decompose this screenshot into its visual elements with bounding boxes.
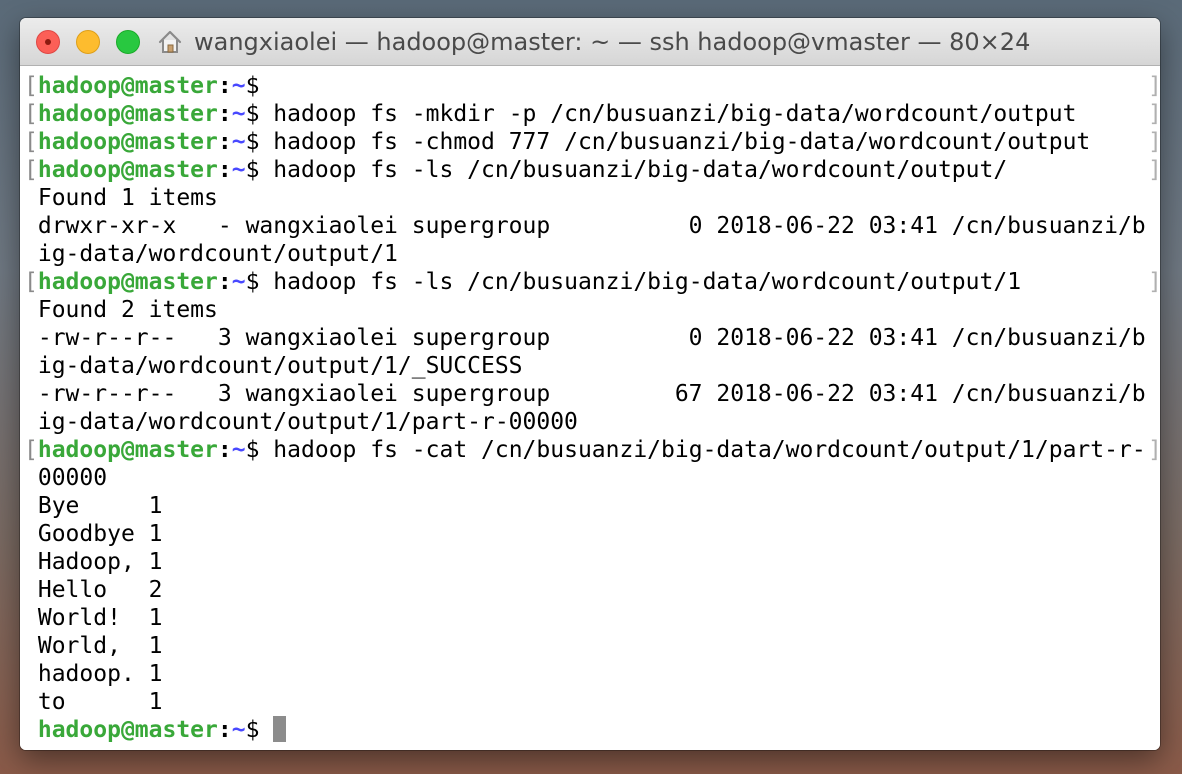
command-text: hadoop fs -cat /cn/busuanzi/big-data/wor… [259, 437, 1146, 463]
output-line: ig-data/wordcount/output/1 [24, 240, 398, 268]
command-text: hadoop fs -ls /cn/busuanzi/big-data/word… [259, 157, 1008, 183]
prompt-user-host: hadoop@master [37, 157, 218, 183]
line-mark-open: [ [24, 157, 38, 183]
prompt-line: hadoop@master:~$ [24, 715, 287, 744]
prompt-colon: : [217, 157, 232, 183]
output-text: -rw-r--r-- 3 wangxiaolei supergroup 0 20… [37, 325, 1146, 351]
line-mark-close: ] [1148, 72, 1160, 100]
prompt-line: [hadoop@master:~$ [24, 72, 259, 100]
output-line: drwxr-xr-x - wangxiaolei supergroup 0 20… [24, 212, 1146, 240]
output-line: hadoop. 1 [24, 660, 163, 688]
close-button[interactable] [36, 30, 60, 54]
prompt-colon: : [217, 437, 232, 463]
prompt-user-host: hadoop@master [37, 129, 218, 155]
title-bar[interactable]: wangxiaolei — hadoop@master: ~ — ssh had… [20, 18, 1160, 66]
output-text: ig-data/wordcount/output/1/part-r-00000 [37, 409, 578, 435]
prompt-line: [hadoop@master:~$ hadoop fs -cat /cn/bus… [24, 436, 1146, 464]
prompt-user-host: hadoop@master [37, 101, 218, 127]
prompt-colon: : [217, 129, 232, 155]
line-mark-close: ] [1148, 100, 1160, 128]
output-text: Found 1 items [37, 185, 218, 211]
line-mark-open: [ [24, 73, 38, 99]
output-line: -rw-r--r-- 3 wangxiaolei supergroup 67 2… [24, 380, 1146, 408]
minimize-button[interactable] [76, 30, 100, 54]
output-text: ig-data/wordcount/output/1/_SUCCESS [37, 353, 523, 379]
output-text: World, 1 [37, 633, 163, 659]
prompt-colon: : [217, 73, 232, 99]
prompt-symbol: $ [245, 129, 260, 155]
prompt-user-host: hadoop@master [37, 437, 218, 463]
prompt-line: [hadoop@master:~$ hadoop fs -ls /cn/busu… [24, 268, 1021, 296]
window-title-group: wangxiaolei — hadoop@master: ~ — ssh had… [156, 18, 1030, 66]
output-text: drwxr-xr-x - wangxiaolei supergroup 0 20… [37, 213, 1146, 239]
line-mark-open: [ [24, 101, 38, 127]
window-title: wangxiaolei — hadoop@master: ~ — ssh had… [194, 28, 1031, 56]
home-icon [158, 30, 182, 53]
line-mark-close: ] [1148, 156, 1160, 184]
prompt-symbol: $ [245, 269, 260, 295]
prompt-colon: : [217, 717, 232, 743]
output-line: Hadoop, 1 [24, 548, 163, 576]
output-line: to 1 [24, 688, 163, 716]
output-line: Found 2 items [24, 296, 218, 324]
terminal-content[interactable]: ][hadoop@master:~$][hadoop@master:~$ had… [20, 66, 1160, 750]
output-text: Goodbye 1 [37, 521, 163, 547]
zoom-button[interactable] [116, 30, 140, 54]
prompt-user-host: hadoop@master [37, 73, 218, 99]
terminal-window: wangxiaolei — hadoop@master: ~ — ssh had… [20, 18, 1160, 750]
prompt-path: ~ [231, 129, 246, 155]
prompt-line: [hadoop@master:~$ hadoop fs -chmod 777 /… [24, 128, 1090, 156]
prompt-line: [hadoop@master:~$ hadoop fs -ls /cn/busu… [24, 156, 1007, 184]
output-text: -rw-r--r-- 3 wangxiaolei supergroup 67 2… [37, 381, 1146, 407]
output-line: ig-data/wordcount/output/1/_SUCCESS [24, 352, 523, 380]
output-line: Hello 2 [24, 576, 163, 604]
output-text: Hello 2 [37, 577, 163, 603]
prompt-path: ~ [231, 437, 246, 463]
prompt-user-host: hadoop@master [37, 269, 218, 295]
line-mark-open: [ [24, 437, 38, 463]
prompt-symbol: $ [245, 717, 260, 743]
output-line: World, 1 [24, 632, 163, 660]
prompt-symbol: $ [245, 437, 260, 463]
line-mark-close: ] [1148, 128, 1160, 156]
output-line: ig-data/wordcount/output/1/part-r-00000 [24, 408, 578, 436]
output-line: 00000 [24, 464, 107, 492]
output-line: Bye 1 [24, 492, 163, 520]
output-line: Goodbye 1 [24, 520, 163, 548]
prompt-path: ~ [231, 717, 246, 743]
prompt-symbol: $ [245, 101, 260, 127]
prompt-path: ~ [231, 157, 246, 183]
prompt-colon: : [217, 269, 232, 295]
prompt-path: ~ [231, 269, 246, 295]
prompt-user-host: hadoop@master [37, 717, 218, 743]
command-text: hadoop fs -mkdir -p /cn/busuanzi/big-dat… [259, 101, 1077, 127]
output-text: hadoop. 1 [37, 661, 163, 687]
line-mark-open: [ [24, 129, 38, 155]
line-mark-open: [ [24, 269, 38, 295]
output-text: to 1 [37, 689, 163, 715]
output-text: ig-data/wordcount/output/1 [37, 241, 398, 267]
output-text: Hadoop, 1 [37, 549, 163, 575]
prompt-symbol: $ [245, 157, 260, 183]
command-text: hadoop fs -ls /cn/busuanzi/big-data/word… [259, 269, 1022, 295]
output-text: 00000 [37, 465, 108, 491]
prompt-colon: : [217, 101, 232, 127]
line-mark-close: ] [1148, 436, 1160, 464]
output-text: World! 1 [37, 605, 163, 631]
prompt-path: ~ [231, 73, 246, 99]
output-text: Found 2 items [37, 297, 218, 323]
line-mark-close: ] [1148, 268, 1160, 296]
prompt-line: [hadoop@master:~$ hadoop fs -mkdir -p /c… [24, 100, 1076, 128]
prompt-symbol: $ [245, 73, 260, 99]
output-line: -rw-r--r-- 3 wangxiaolei supergroup 0 20… [24, 324, 1146, 352]
prompt-path: ~ [231, 101, 246, 127]
output-line: World! 1 [24, 604, 163, 632]
output-line: Found 1 items [24, 184, 218, 212]
command-text: hadoop fs -chmod 777 /cn/busuanzi/big-da… [259, 129, 1091, 155]
output-text: Bye 1 [37, 493, 163, 519]
text-cursor [273, 715, 287, 742]
